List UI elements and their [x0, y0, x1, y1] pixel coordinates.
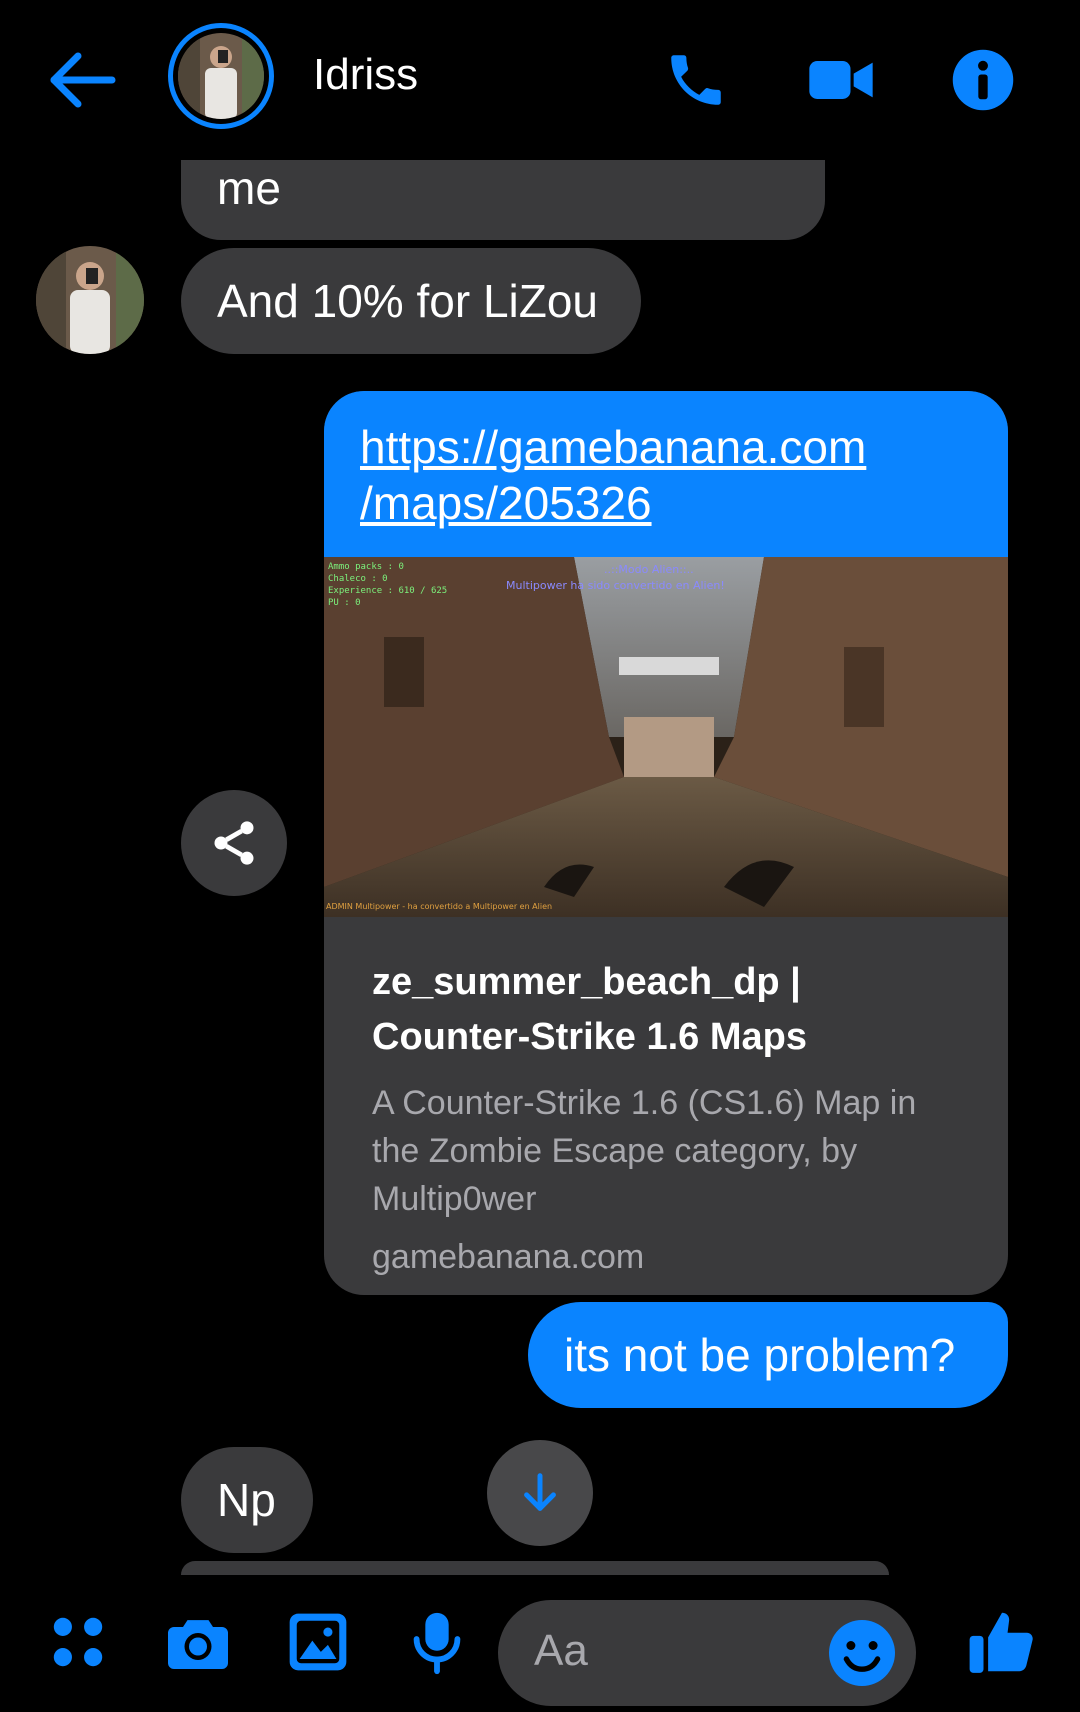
share-button[interactable] [181, 790, 287, 896]
scroll-to-bottom-button[interactable] [487, 1440, 593, 1546]
camera-button[interactable] [158, 1602, 238, 1682]
gallery-button[interactable] [278, 1602, 358, 1682]
sender-avatar[interactable] [36, 246, 144, 354]
more-actions-button[interactable] [38, 1602, 118, 1682]
message-input[interactable]: Aa [498, 1600, 916, 1706]
link-preview-card[interactable]: https://gamebanana.com /maps/205326 Ammo… [324, 391, 1008, 1295]
link-url-line[interactable]: https://gamebanana.com [360, 419, 972, 475]
hud-text: Chaleco : 0 [328, 574, 388, 584]
arrow-down-icon [524, 1473, 556, 1511]
message-text: And 10% for LiZou [217, 275, 599, 327]
link-description: A Counter-Strike 1.6 (CS1.6) Map in the … [372, 1084, 917, 1218]
gallery-icon [289, 1613, 347, 1671]
link-info[interactable]: ze_summer_beach_dp | Counter-Strike 1.6 … [324, 917, 1008, 1281]
hud-text: ADMIN Multipower - ha convertido a Multi… [326, 902, 552, 911]
hud-text: Experience : 610 / 625 [328, 586, 447, 596]
video-call-button[interactable] [801, 40, 881, 120]
message-text: its not be problem? [564, 1329, 956, 1381]
phone-icon [671, 55, 721, 105]
link-title: Counter-Strike 1.6 Maps [372, 1016, 807, 1058]
link-preview-image[interactable]: Ammo packs : 0 Chaleco : 0 Experience : … [324, 557, 1008, 917]
contact-avatar[interactable] [168, 23, 274, 129]
link-domain: gamebanana.com [372, 1238, 645, 1276]
hud-text: ..::Modo Alien::.. [604, 563, 694, 576]
back-arrow-icon [50, 52, 116, 108]
message-text: me [217, 162, 281, 214]
info-icon [952, 49, 1014, 111]
emoji-icon [829, 1620, 895, 1686]
call-button[interactable] [656, 40, 736, 120]
link-url-block[interactable]: https://gamebanana.com /maps/205326 [324, 391, 1008, 557]
message-input-placeholder: Aa [534, 1626, 588, 1675]
emoji-button[interactable] [826, 1617, 898, 1689]
hud-text: PU : 0 [328, 598, 361, 608]
back-button[interactable] [44, 40, 124, 120]
video-camera-icon [809, 61, 873, 99]
share-icon [214, 821, 254, 865]
message-bubble-partial[interactable] [181, 1561, 889, 1575]
thumbs-up-icon [969, 1612, 1033, 1673]
voice-message-button[interactable] [397, 1602, 477, 1682]
link-title: ze_summer_beach_dp | [372, 961, 801, 1003]
message-bubble-outgoing[interactable]: its not be problem? [528, 1302, 1008, 1408]
chat-screen: me And 10% for LiZou https://gamebanana.… [0, 0, 1080, 1712]
link-url-line[interactable]: /maps/205326 [360, 475, 972, 531]
chat-header: Idriss [0, 0, 1080, 160]
message-bubble-partial[interactable]: me [181, 150, 825, 240]
info-button[interactable] [943, 40, 1023, 120]
contact-avatar-photo [178, 33, 264, 119]
avatar-photo [36, 246, 144, 354]
hud-text: Multipower ha sido convertido en Alien! [506, 579, 725, 592]
message-bubble[interactable]: Np [181, 1447, 313, 1553]
message-text: Np [217, 1474, 276, 1526]
microphone-icon [413, 1612, 461, 1675]
message-bubble[interactable]: And 10% for LiZou [181, 248, 641, 354]
apps-grid-icon [53, 1617, 103, 1667]
message-composer: Aa [0, 1575, 1080, 1712]
like-button[interactable] [962, 1602, 1042, 1682]
hud-text: Ammo packs : 0 [328, 562, 404, 572]
camera-icon [168, 1620, 228, 1669]
contact-name[interactable]: Idriss [313, 50, 418, 100]
